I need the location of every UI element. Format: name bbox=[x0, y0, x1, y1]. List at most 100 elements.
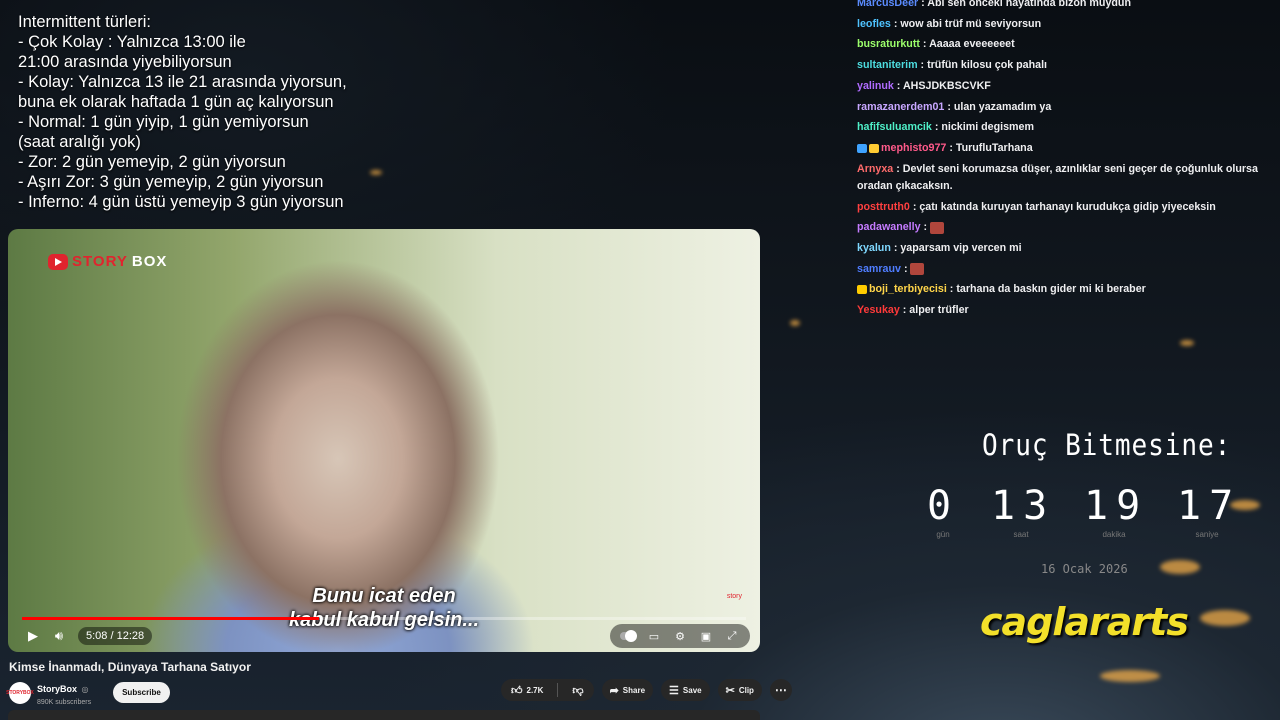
toggle-icon bbox=[620, 630, 637, 642]
chat-separator: : bbox=[920, 221, 931, 234]
chat-message: padawanelly : bbox=[857, 217, 1275, 238]
chat-text: alper trüfler bbox=[909, 304, 969, 317]
subscribe-button[interactable]: Subscribe bbox=[113, 682, 170, 703]
fullscreen-button[interactable]: ⤢ bbox=[720, 625, 744, 647]
chat-text: trüfün kilosu çok pahalı bbox=[927, 59, 1048, 72]
seconds-value: 17 bbox=[1177, 483, 1242, 529]
chat-message: posttruth0 : çatı katında kuruyan tarhan… bbox=[857, 197, 1275, 218]
save-label: Save bbox=[682, 685, 702, 695]
note-line: - Aşırı Zor: 3 gün yemeyip, 2 gün yiyors… bbox=[18, 173, 324, 191]
chat-separator: : bbox=[909, 200, 920, 213]
chat-separator: : bbox=[890, 242, 901, 255]
chat-message: MarcusDeer : Abi sen önceki hayatında bi… bbox=[857, 0, 1275, 14]
chat-username[interactable]: padawanelly bbox=[857, 221, 921, 233]
chat-message: kyalun : yaparsam vip vercen mi bbox=[857, 238, 1275, 259]
player-controls: ▶ 🔊︎ 5:08 / 12:28 ▭ ⚙ ▣ ⤢ bbox=[8, 624, 760, 648]
chat-message: ramazanerdem01 : ulan yazamadım ya bbox=[857, 97, 1275, 118]
note-line: - Inferno: 4 gün üstü yemeyip 3 gün yiyo… bbox=[18, 193, 344, 211]
chat-username[interactable]: hafifsuluamcik bbox=[857, 121, 932, 133]
miniplayer-button[interactable]: ▣ bbox=[694, 625, 718, 647]
chat-text: tarhana da baskın gider mi ki beraber bbox=[956, 283, 1146, 296]
like-count: 2.7K bbox=[526, 685, 544, 695]
note-line: Intermittent türleri: bbox=[18, 13, 151, 31]
emote-icon bbox=[910, 262, 925, 275]
minutes-label: dakika bbox=[1102, 530, 1126, 539]
captions-button[interactable]: ▭ bbox=[642, 625, 666, 647]
hours-value: 13 bbox=[991, 483, 1056, 529]
chat-separator: : bbox=[899, 304, 910, 317]
chat-username[interactable]: busraturkutt bbox=[857, 38, 920, 50]
dislike-button[interactable]: 👎︎ bbox=[562, 679, 593, 701]
chat-username[interactable]: mephisto977 bbox=[881, 142, 946, 154]
chat-separator: : bbox=[946, 283, 957, 296]
chat-separator: : bbox=[919, 38, 930, 51]
logo-story-text: STORY bbox=[72, 253, 128, 270]
time-display: 5:08 / 12:28 bbox=[78, 627, 153, 645]
verified-icon: ◎ bbox=[81, 685, 89, 694]
chat-message: mephisto977 : TurufluTarhana bbox=[857, 138, 1275, 159]
clip-button[interactable]: ✂ Clip bbox=[717, 679, 762, 701]
chat-username[interactable]: ramazanerdem01 bbox=[857, 101, 944, 113]
progress-bar[interactable] bbox=[22, 617, 746, 620]
channel-avatar[interactable]: STORYBOX bbox=[6, 681, 34, 704]
share-icon: ➦ bbox=[609, 684, 619, 697]
chat-message: samrauv : bbox=[857, 259, 1275, 280]
chat-username[interactable]: boji_terbiyecisi bbox=[869, 283, 947, 295]
autoplay-toggle[interactable] bbox=[616, 625, 640, 647]
play-button[interactable]: ▶ bbox=[20, 625, 46, 647]
chat-username[interactable]: leofles bbox=[857, 18, 891, 30]
subtitle-line-1: Bunu icat eden bbox=[312, 585, 456, 607]
video-player[interactable]: STORY BOX Bunu icat eden kabul kabul gels… bbox=[8, 229, 760, 652]
video-actions: 👍︎ 2.7K 👎︎ ➦ Share ☰ Save ✂ Clip ⋯ bbox=[501, 679, 792, 701]
thumbs-down-icon: 👎︎ bbox=[572, 684, 584, 697]
chat-message: hafifsuluamcik : nickimi degismem bbox=[857, 117, 1275, 138]
captions-icon: ▭ bbox=[648, 630, 660, 643]
chat-separator: : bbox=[931, 121, 942, 134]
clip-label: Clip bbox=[738, 685, 754, 695]
chat-text: yaparsam vip vercen mi bbox=[900, 242, 1022, 255]
more-button[interactable]: ⋯ bbox=[769, 679, 792, 701]
volume-button[interactable]: 🔊︎ bbox=[46, 625, 72, 647]
chat-message: sultaniterim : trüfün kilosu çok pahalı bbox=[857, 55, 1275, 76]
like-button[interactable]: 👍︎ 2.7K bbox=[501, 679, 553, 701]
logo-box-text: BOX bbox=[131, 253, 168, 270]
chat-username[interactable]: MarcusDeer bbox=[857, 0, 918, 9]
chat-username[interactable]: Arnyxa bbox=[857, 163, 893, 175]
chat-separator: : bbox=[946, 141, 956, 154]
badge-icon bbox=[857, 143, 867, 153]
chat-username[interactable]: yalinuk bbox=[857, 80, 894, 92]
settings-button[interactable]: ⚙ bbox=[668, 625, 692, 647]
description-box[interactable] bbox=[8, 710, 760, 720]
note-line: (saat aralığı yok) bbox=[18, 133, 141, 151]
countdown-seconds: 17 saniye bbox=[1177, 484, 1237, 539]
chat-text: nickimi degismem bbox=[941, 121, 1035, 134]
chat-separator: : bbox=[893, 162, 903, 175]
chat-separator: : bbox=[917, 59, 928, 72]
gear-icon: ⚙ bbox=[675, 630, 685, 643]
chat-username[interactable]: kyalun bbox=[857, 242, 891, 254]
like-dislike-group: 👍︎ 2.7K 👎︎ bbox=[501, 679, 594, 701]
chat-username[interactable]: Yesukay bbox=[857, 304, 900, 316]
chat-username[interactable]: sultaniterim bbox=[857, 59, 918, 71]
days-value: 0 bbox=[926, 483, 960, 529]
chat-message: busraturkutt : Aaaaa eveeeeeet bbox=[857, 34, 1275, 55]
volume-icon: 🔊︎ bbox=[54, 628, 64, 643]
share-button[interactable]: ➦ Share bbox=[601, 679, 654, 701]
chat-text: Abi sen önceki hayatında bizon muydun bbox=[927, 0, 1131, 9]
chat-separator: : bbox=[918, 0, 928, 9]
miniplayer-icon: ▣ bbox=[700, 630, 712, 643]
chat-separator: : bbox=[900, 262, 911, 275]
chat-username[interactable]: posttruth0 bbox=[857, 201, 910, 213]
chat-message: Arnyxa : Devlet seni korumazsa düşer, az… bbox=[857, 159, 1275, 197]
channel-name[interactable]: StoryBox bbox=[37, 684, 77, 694]
countdown-days: 0 gün bbox=[913, 484, 973, 539]
subscriber-count: 890K subscribers bbox=[37, 699, 92, 706]
play-logo-icon bbox=[48, 253, 68, 270]
countdown-hours: 13 saat bbox=[991, 484, 1051, 539]
chat-username[interactable]: samrauv bbox=[857, 263, 901, 275]
countdown-date: 16 Ocak 2026 bbox=[1041, 562, 1128, 576]
note-line: - Normal: 1 gün yiyip, 1 gün yemiyorsun bbox=[18, 113, 309, 131]
save-button[interactable]: ☰ Save bbox=[661, 679, 710, 701]
chat-text: ulan yazamadım ya bbox=[953, 100, 1052, 113]
channel-info: StoryBox ◎ 890K subscribers bbox=[37, 679, 91, 706]
